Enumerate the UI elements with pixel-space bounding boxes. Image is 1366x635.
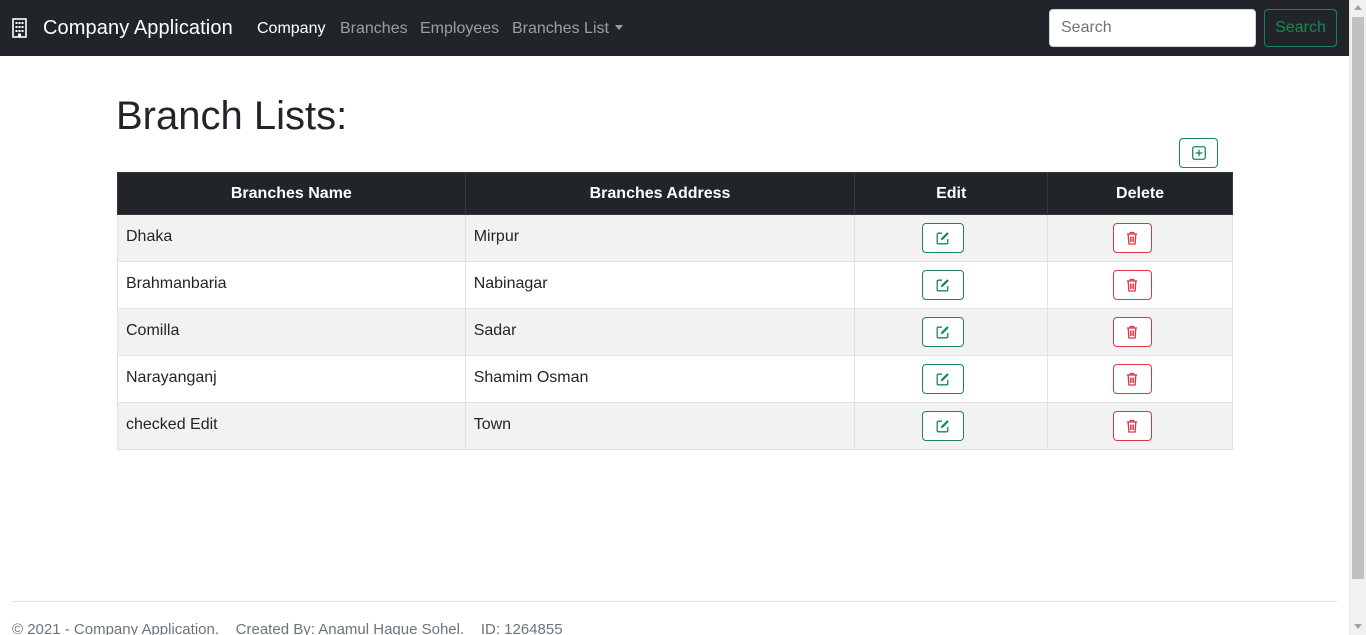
- delete-cell: [1047, 261, 1233, 309]
- edit-cell: [854, 308, 1049, 356]
- scroll-down-arrow-icon[interactable]: [1354, 624, 1362, 629]
- trash-icon: [1127, 231, 1138, 245]
- nav-link-employees[interactable]: Employees: [420, 0, 499, 56]
- navbar-brand[interactable]: Company Application: [12, 0, 233, 56]
- branch-address-cell: Shamim Osman: [464, 355, 856, 403]
- edit-cell: [854, 355, 1049, 403]
- scrollbar-thumb[interactable]: [1352, 17, 1364, 579]
- edit-cell: [854, 402, 1049, 450]
- column-header-edit: Edit: [854, 172, 1049, 215]
- edit-button[interactable]: [922, 223, 965, 253]
- trash-icon: [1127, 278, 1138, 292]
- add-branch-button[interactable]: [1179, 138, 1218, 168]
- table-head: Branches Name Branches Address Edit Dele…: [117, 172, 1233, 215]
- trash-icon: [1127, 419, 1138, 433]
- search-button[interactable]: Search: [1264, 9, 1337, 47]
- table-row: checked Edit Town: [117, 402, 1233, 450]
- trash-icon: [1127, 372, 1138, 386]
- edit-cell: [854, 261, 1049, 309]
- table-header-row: Branches Name Branches Address Edit Dele…: [117, 172, 1233, 215]
- branch-address-cell: Mirpur: [464, 214, 856, 262]
- branch-address-cell: Nabinagar: [464, 261, 856, 309]
- delete-cell: [1047, 355, 1233, 403]
- branch-address-cell: Town: [464, 402, 856, 450]
- plus-square-icon: [1191, 146, 1206, 160]
- nav-link-company[interactable]: Company: [257, 0, 325, 56]
- table-row: Comilla Sadar: [117, 308, 1233, 356]
- caret-down-icon: [614, 25, 623, 30]
- table-row: Narayanganj Shamim Osman: [117, 355, 1233, 403]
- branches-table: Branches Name Branches Address Edit Dele…: [117, 172, 1233, 450]
- column-header-delete: Delete: [1047, 172, 1233, 215]
- edit-button[interactable]: [922, 364, 965, 394]
- trash-icon: [1127, 325, 1138, 339]
- edit-button[interactable]: [922, 317, 965, 347]
- branch-address-cell: Sadar: [464, 308, 856, 356]
- nav-link-branches[interactable]: Branches: [340, 0, 408, 56]
- nav-dropdown-branches-list[interactable]: Branches List: [512, 0, 623, 56]
- search-input[interactable]: [1049, 9, 1256, 47]
- branch-name-cell: Comilla: [117, 308, 466, 356]
- building-icon: [12, 18, 27, 38]
- nav-dropdown-label: Branches List: [512, 20, 609, 37]
- footer-divider: [12, 601, 1337, 602]
- pencil-square-icon: [936, 420, 950, 433]
- vertical-scrollbar[interactable]: [1349, 0, 1366, 635]
- delete-cell: [1047, 402, 1233, 450]
- delete-cell: [1047, 214, 1233, 262]
- table-row: Dhaka Mirpur: [117, 214, 1233, 262]
- delete-cell: [1047, 308, 1233, 356]
- edit-button[interactable]: [922, 270, 965, 300]
- edit-cell: [854, 214, 1049, 262]
- scroll-up-arrow-icon[interactable]: [1354, 5, 1362, 10]
- pencil-square-icon: [936, 326, 950, 339]
- brand-title: Company Application: [43, 16, 233, 39]
- delete-button[interactable]: [1112, 270, 1152, 300]
- pencil-square-icon: [936, 373, 950, 386]
- pencil-square-icon: [936, 232, 950, 245]
- column-header-branch-name: Branches Name: [117, 172, 466, 215]
- delete-button[interactable]: [1112, 411, 1152, 441]
- footer-text: © 2021 - Company Application. Created By…: [12, 621, 563, 635]
- edit-button[interactable]: [922, 411, 965, 441]
- delete-button[interactable]: [1112, 223, 1152, 253]
- table-row: Brahmanbaria Nabinagar: [117, 261, 1233, 309]
- column-header-branch-address: Branches Address: [464, 172, 856, 215]
- branch-name-cell: Dhaka: [117, 214, 466, 262]
- branch-name-cell: Narayanganj: [117, 355, 466, 403]
- delete-button[interactable]: [1112, 364, 1152, 394]
- app-viewport: Company Application Company Branches Emp…: [0, 0, 1349, 635]
- top-navbar: Company Application Company Branches Emp…: [0, 0, 1349, 56]
- page-title: Branch Lists:: [116, 94, 348, 138]
- pencil-square-icon: [936, 279, 950, 292]
- branch-name-cell: checked Edit: [117, 402, 466, 450]
- delete-button[interactable]: [1112, 317, 1152, 347]
- branch-name-cell: Brahmanbaria: [117, 261, 466, 309]
- table-body: Dhaka Mirpur Brahmanbaria Nabinagar Comi…: [117, 214, 1233, 450]
